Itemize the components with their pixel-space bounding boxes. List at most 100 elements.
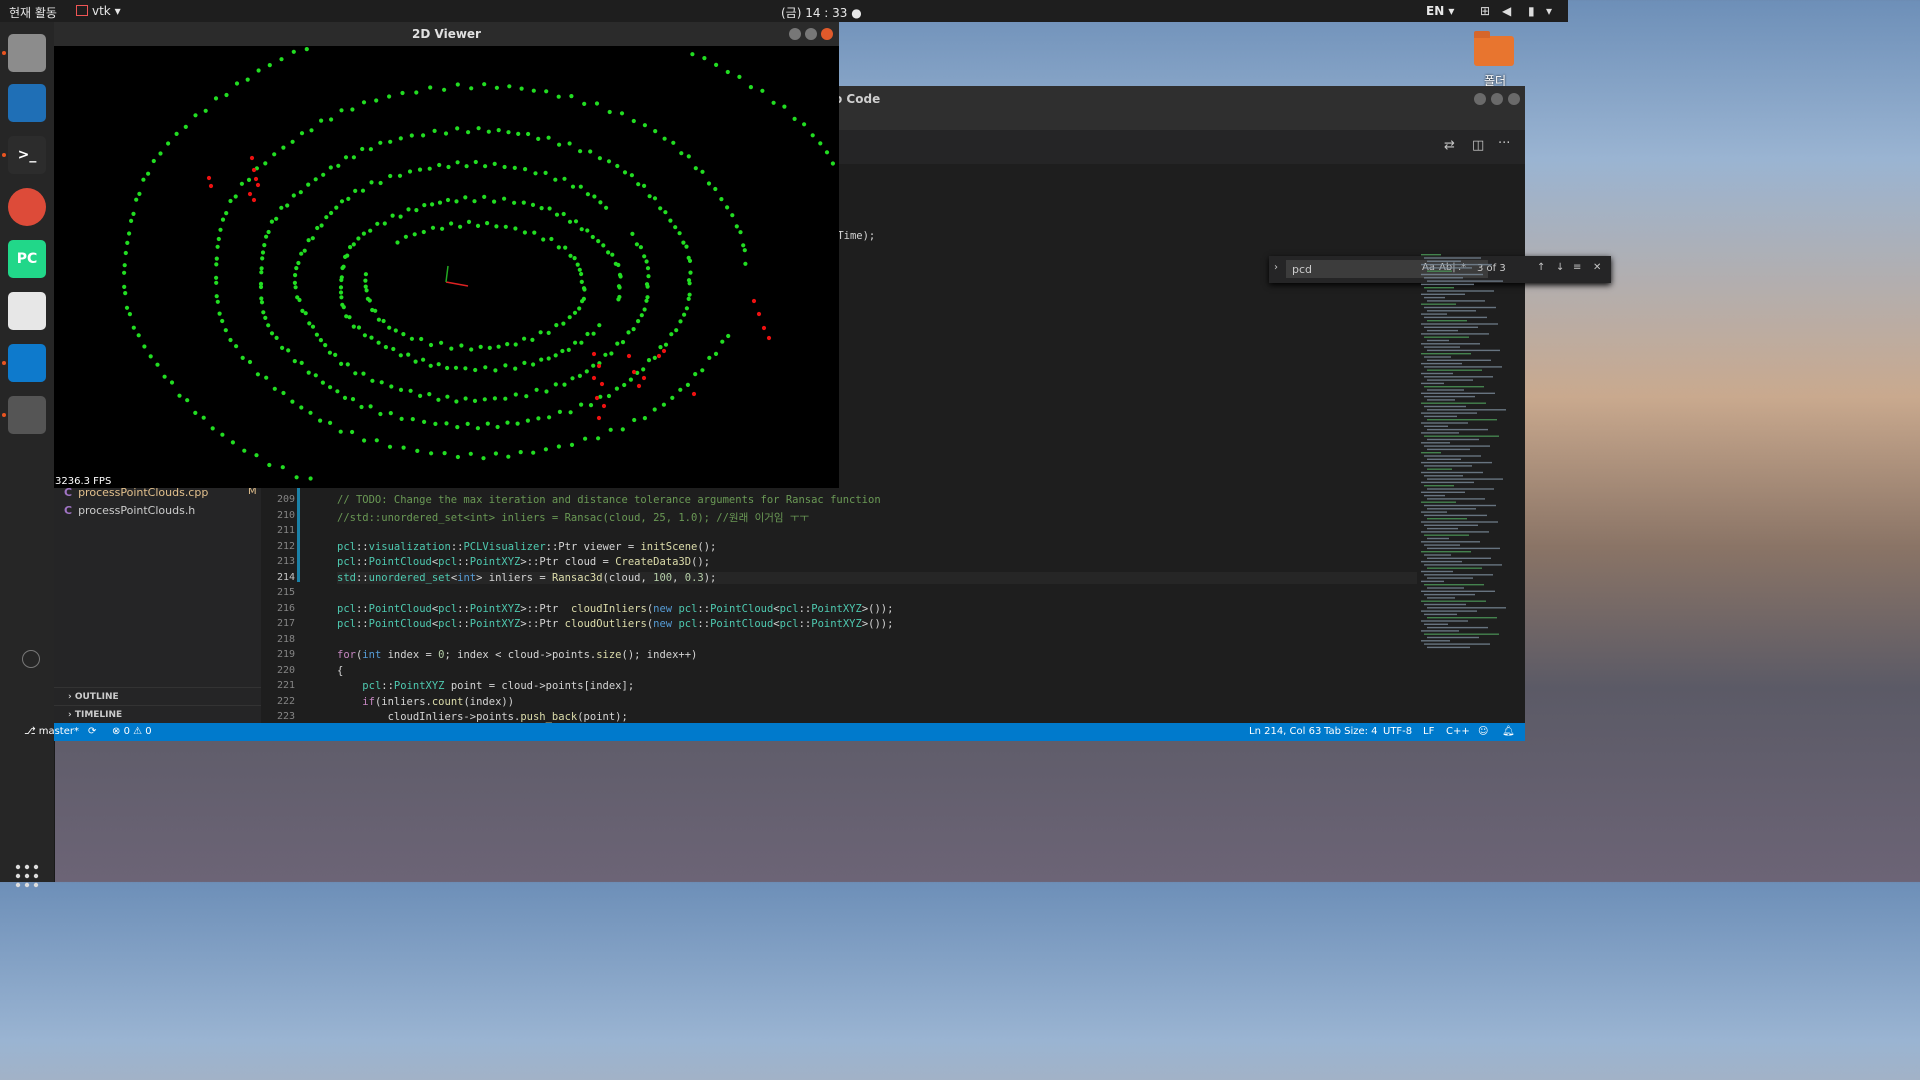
- dock-text-editor-icon[interactable]: [8, 292, 46, 330]
- running-indicator: [2, 51, 6, 55]
- minimap-line: [1424, 415, 1457, 418]
- inlier-point: [134, 197, 139, 202]
- dock-terminal-icon[interactable]: >_: [8, 136, 46, 174]
- viewer-minimize-button[interactable]: [789, 28, 801, 40]
- inlier-point: [449, 346, 454, 351]
- inlier-point: [569, 442, 575, 447]
- inlier-point: [482, 397, 487, 402]
- encoding[interactable]: UTF-8: [1383, 726, 1412, 737]
- code-line[interactable]: for(int index = 0; index < cloud->points…: [337, 649, 697, 661]
- outlier-point: [251, 167, 257, 173]
- inlier-point: [162, 374, 167, 379]
- show-applications-icon[interactable]: [14, 863, 40, 889]
- minimap-line: [1424, 584, 1484, 586]
- code-line[interactable]: std::unordered_set<int> inliers = Ransac…: [337, 571, 1417, 584]
- inlier-point: [290, 399, 295, 404]
- inlier-point: [521, 200, 526, 205]
- code-line[interactable]: pcl::PointXYZ point = cloud->points[inde…: [337, 680, 634, 692]
- inlier-point: [369, 180, 374, 185]
- dock-chrome-icon[interactable]: [8, 188, 46, 226]
- inlier-point: [584, 369, 589, 374]
- outline-section[interactable]: › OUTLINE: [54, 687, 261, 706]
- dock-error-app-icon[interactable]: [8, 396, 46, 434]
- inlier-point: [830, 161, 836, 166]
- open-changes-icon[interactable]: ⇄: [1444, 138, 1455, 153]
- inlier-point: [482, 194, 487, 199]
- code-line[interactable]: if(inliers.count(index)): [337, 696, 514, 708]
- inlier-point: [398, 214, 403, 219]
- code-line[interactable]: pcl::PointCloud<pcl::PointXYZ>::Ptr clou…: [337, 603, 893, 615]
- inlier-point: [351, 155, 356, 160]
- app-menu[interactable]: vtk ▾: [76, 4, 121, 18]
- inlier-point: [291, 193, 296, 198]
- dock-writer-icon[interactable]: [8, 84, 46, 122]
- inlier-point: [309, 128, 314, 133]
- point-cloud-canvas[interactable]: [54, 46, 839, 488]
- inlier-point: [141, 177, 146, 182]
- inlier-point: [122, 284, 127, 289]
- inlier-point: [630, 231, 635, 236]
- dock-files-icon[interactable]: [8, 34, 46, 72]
- system-menu-icon[interactable]: ▾: [1546, 4, 1552, 18]
- inlier-point: [335, 389, 340, 394]
- input-language[interactable]: EN ▾: [1426, 4, 1454, 18]
- dock-pycharm-icon[interactable]: PC: [8, 240, 46, 278]
- find-in-selection-icon[interactable]: ≡: [1573, 262, 1581, 273]
- folder-icon[interactable]: [1474, 31, 1514, 66]
- toggle-replace-icon[interactable]: ›: [1274, 262, 1278, 273]
- inlier-point: [678, 387, 683, 392]
- inlier-point: [506, 454, 511, 459]
- fps-counter: 3236.3 FPS: [55, 476, 112, 487]
- minimap-line: [1421, 333, 1489, 335]
- volume-icon[interactable]: ◀: [1502, 4, 1511, 18]
- viewer-titlebar[interactable]: 2D Viewer: [54, 22, 839, 46]
- close-button[interactable]: [1508, 93, 1520, 105]
- timeline-section[interactable]: › TIMELINE: [54, 705, 261, 724]
- close-find-icon[interactable]: ✕: [1593, 262, 1601, 273]
- previous-match-icon[interactable]: ↑: [1537, 262, 1545, 273]
- inlier-point: [403, 234, 408, 239]
- minimap[interactable]: [1419, 254, 1519, 654]
- inlier-point: [329, 210, 334, 216]
- line-ending[interactable]: LF: [1423, 726, 1434, 737]
- code-line[interactable]: //std::unordered_set<int> inliers = Rans…: [337, 510, 809, 525]
- activities-button[interactable]: 현재 활동: [9, 4, 57, 21]
- file-item-h[interactable]: CprocessPointClouds.h: [64, 504, 195, 517]
- inlier-point: [594, 101, 600, 106]
- sync-icon[interactable]: ⟳: [88, 726, 96, 737]
- dock-vscode-icon[interactable]: [8, 344, 46, 382]
- next-match-icon[interactable]: ↓: [1556, 262, 1564, 273]
- battery-icon[interactable]: ▮: [1528, 4, 1535, 18]
- viewer-close-button[interactable]: [821, 28, 833, 40]
- feedback-icon[interactable]: ☺: [1478, 726, 1488, 737]
- code-line[interactable]: {: [337, 665, 343, 677]
- code-line[interactable]: pcl::PointCloud<pcl::PointXYZ>::Ptr clou…: [337, 618, 893, 630]
- tab-size[interactable]: Tab Size: 4: [1324, 726, 1378, 737]
- account-icon[interactable]: [22, 650, 40, 668]
- inlier-point: [356, 325, 362, 330]
- language-mode[interactable]: C++: [1446, 726, 1470, 737]
- inlier-point: [360, 146, 365, 152]
- minimap-line: [1424, 366, 1502, 368]
- inlier-point: [296, 260, 301, 266]
- inlier-point: [570, 376, 575, 381]
- code-line[interactable]: pcl::visualization::PCLVisualizer::Ptr v…: [337, 541, 716, 553]
- viewer-maximize-button[interactable]: [805, 28, 817, 40]
- split-editor-icon[interactable]: ◫: [1472, 138, 1484, 153]
- line-number: 222: [276, 695, 295, 707]
- maximize-button[interactable]: [1491, 93, 1503, 105]
- code-line[interactable]: cloudInliers->points.push_back(point);: [337, 711, 628, 723]
- inlier-point: [291, 49, 296, 54]
- problems-indicator[interactable]: ⊗ 0 ⚠ 0: [112, 726, 152, 737]
- more-actions-icon[interactable]: ···: [1498, 136, 1510, 151]
- minimize-button[interactable]: [1474, 93, 1486, 105]
- network-icon[interactable]: ⊞: [1480, 4, 1490, 18]
- notifications-icon[interactable]: 🔔︎: [1502, 726, 1515, 737]
- code-line[interactable]: // TODO: Change the max iteration and di…: [337, 494, 881, 506]
- code-line[interactable]: pcl::PointCloud<pcl::PointXYZ>::Ptr clou…: [337, 556, 710, 568]
- branch-indicator[interactable]: ⎇ master*: [24, 726, 79, 737]
- cursor-position[interactable]: Ln 214, Col 63: [1249, 726, 1321, 737]
- clock[interactable]: (금) 14 : 33 ●: [781, 4, 862, 21]
- minimap-line: [1421, 254, 1441, 256]
- inlier-point: [608, 427, 613, 432]
